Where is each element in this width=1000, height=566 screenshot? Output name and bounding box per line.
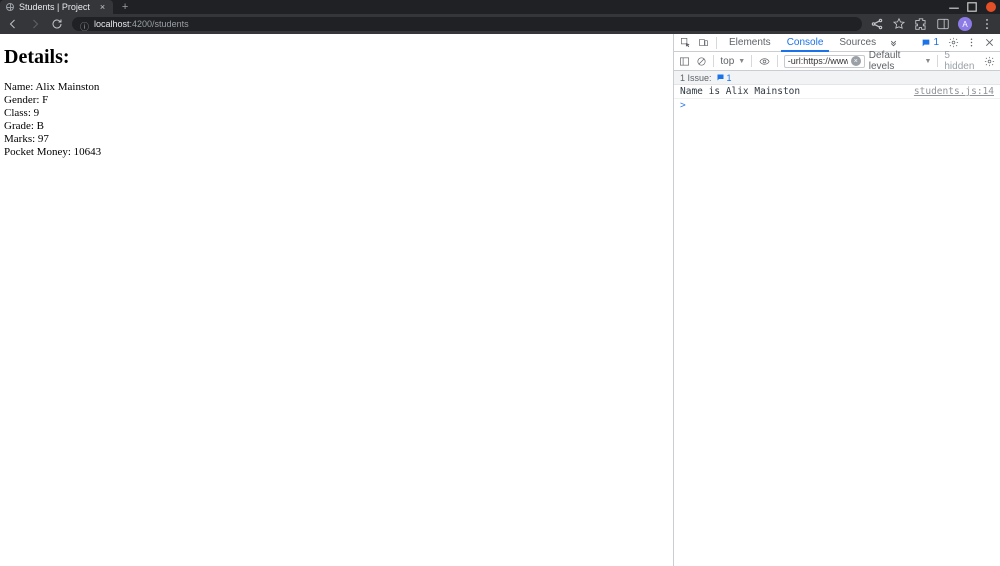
inspect-element-icon[interactable] <box>678 36 692 50</box>
console-log-message: Name is Alix Mainston <box>680 86 914 97</box>
tab-sources[interactable]: Sources <box>833 34 882 51</box>
separator <box>777 55 778 67</box>
clear-filter-icon[interactable]: × <box>851 56 861 66</box>
devtools-close-icon[interactable] <box>982 36 996 50</box>
console-toolbar: top ▼ -url:https://www.ge × Default leve… <box>674 52 1000 71</box>
filter-text: -url:https://www.ge <box>788 56 848 66</box>
separator <box>937 55 938 67</box>
webpage-content: Details: Name: Alix Mainston Gender: F C… <box>0 34 673 566</box>
hidden-messages-label[interactable]: 5 hidden <box>944 50 979 72</box>
messages-badge-count: 1 <box>933 37 939 48</box>
detail-line: Name: Alix Mainston <box>4 81 669 94</box>
separator <box>751 55 752 67</box>
toolbar-right: A <box>870 17 994 31</box>
detail-line: Marks: 97 <box>4 133 669 146</box>
devtools-panel: Elements Console Sources 1 <box>673 34 1000 566</box>
tab-elements[interactable]: Elements <box>723 34 777 51</box>
separator <box>716 37 717 49</box>
context-label: top <box>720 56 734 67</box>
url-path: :4200/students <box>130 19 189 29</box>
settings-gear-icon[interactable] <box>946 36 960 50</box>
tab-console[interactable]: Console <box>781 35 830 52</box>
clear-console-icon[interactable] <box>695 54 708 68</box>
globe-icon <box>6 3 14 11</box>
detail-line: Pocket Money: 10643 <box>4 146 669 159</box>
console-output: Name is Alix Mainston students.js:14 > <box>674 85 1000 566</box>
issues-badge: 1 <box>716 73 732 83</box>
issues-count: 1 <box>727 73 732 83</box>
browser-chrome-top: Students | Project × + ⓘ localhost: <box>0 0 1000 34</box>
reload-button[interactable] <box>50 17 64 31</box>
detail-line: Grade: B <box>4 120 669 133</box>
maximize-window-icon[interactable] <box>966 1 978 13</box>
extensions-icon[interactable] <box>914 17 928 31</box>
messages-badge[interactable]: 1 <box>918 37 942 48</box>
issues-label: 1 Issue: <box>680 73 712 83</box>
address-bar: ⓘ localhost:4200/students A <box>0 14 1000 34</box>
device-toolbar-icon[interactable] <box>696 36 710 50</box>
more-tabs-icon[interactable] <box>886 36 900 50</box>
url-host: localhost <box>94 19 130 29</box>
console-filter-input[interactable]: -url:https://www.ge × <box>784 55 865 68</box>
share-icon[interactable] <box>870 17 884 31</box>
tab-strip: Students | Project × + <box>0 0 1000 14</box>
avatar-initial: A <box>962 20 967 29</box>
console-log-row[interactable]: Name is Alix Mainston students.js:14 <box>674 85 1000 99</box>
detail-line: Class: 9 <box>4 107 669 120</box>
back-button[interactable] <box>6 17 20 31</box>
site-info-icon[interactable]: ⓘ <box>80 20 88 28</box>
console-sidebar-toggle-icon[interactable] <box>678 54 691 68</box>
log-levels-label: Default levels <box>869 50 923 72</box>
log-levels-selector[interactable]: Default levels ▼ <box>869 50 932 72</box>
minimize-window-icon[interactable] <box>948 1 960 13</box>
issues-bar[interactable]: 1 Issue: 1 <box>674 71 1000 85</box>
console-log-source-link[interactable]: students.js:14 <box>914 86 994 97</box>
omnibox[interactable]: ⓘ localhost:4200/students <box>72 17 862 31</box>
separator <box>713 55 714 67</box>
close-window-icon[interactable] <box>986 2 996 12</box>
page-heading: Details: <box>4 46 669 69</box>
devtools-menu-icon[interactable] <box>964 36 978 50</box>
side-panel-icon[interactable] <box>936 17 950 31</box>
menu-kebab-icon[interactable] <box>980 17 994 31</box>
new-tab-button[interactable]: + <box>117 0 133 14</box>
profile-avatar[interactable]: A <box>958 17 972 31</box>
close-tab-icon[interactable]: × <box>100 2 105 12</box>
detail-line: Gender: F <box>4 94 669 107</box>
star-icon[interactable] <box>892 17 906 31</box>
forward-button[interactable] <box>28 17 42 31</box>
chevron-down-icon: ▼ <box>925 58 932 65</box>
prompt-caret: > <box>680 100 686 111</box>
window-buttons <box>942 0 996 14</box>
console-settings-gear-icon[interactable] <box>983 54 996 68</box>
console-prompt[interactable]: > <box>674 99 1000 112</box>
execution-context-selector[interactable]: top ▼ <box>720 56 745 67</box>
tab-title: Students | Project <box>19 2 90 12</box>
chevron-down-icon: ▼ <box>738 58 745 65</box>
content-split: Details: Name: Alix Mainston Gender: F C… <box>0 34 1000 566</box>
browser-tab[interactable]: Students | Project × <box>0 0 113 14</box>
live-expression-icon[interactable] <box>758 54 771 68</box>
